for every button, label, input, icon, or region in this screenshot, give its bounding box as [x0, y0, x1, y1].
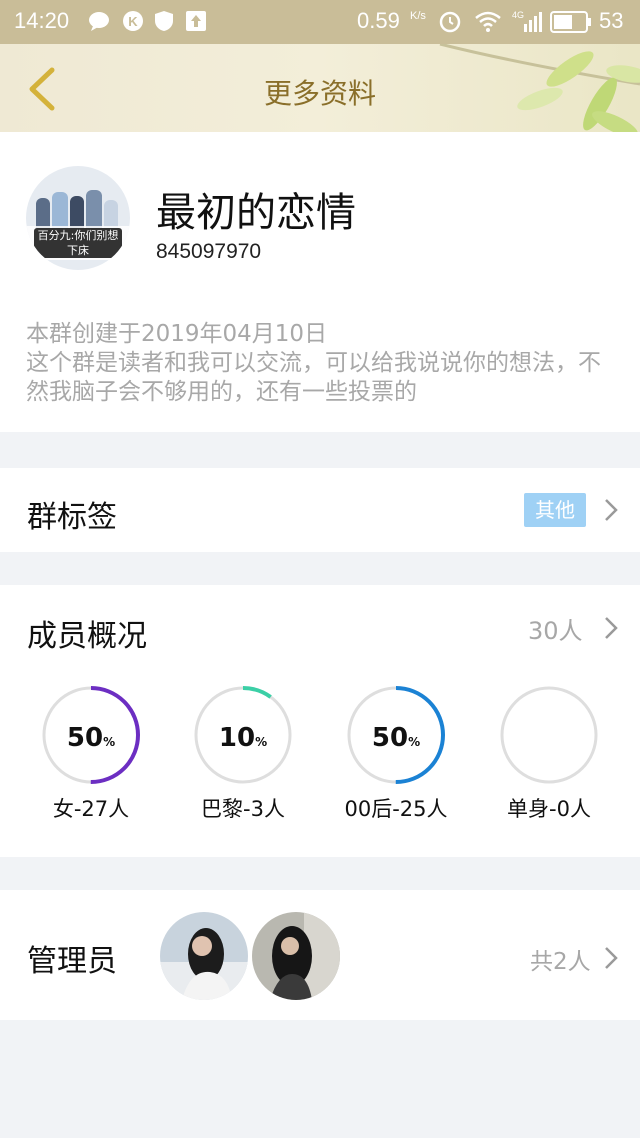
- avatar-caption: 百分九:你们别想下床: [34, 228, 122, 258]
- admins-row[interactable]: 管理员 共2人: [0, 890, 640, 1020]
- admin-count: 共2人: [530, 949, 591, 975]
- group-avatar[interactable]: 百分九:你们别想下床: [26, 166, 130, 270]
- stat-post00[interactable]: 50% 00后-25人: [331, 685, 461, 823]
- status-time: 14:20: [14, 8, 70, 33]
- shield-icon: [155, 11, 173, 31]
- stat-percent: 50%: [66, 723, 116, 753]
- battery-percent: 53: [599, 8, 624, 33]
- chevron-right-icon: [605, 499, 618, 521]
- title-bar: 更多资料: [0, 44, 640, 132]
- tag-badge: 其他: [524, 493, 586, 527]
- chevron-right-icon: [605, 617, 618, 639]
- created-date: 本群创建于2019年04月10日: [26, 321, 328, 347]
- stat-percent: 50%: [371, 723, 421, 753]
- avatar-banner: 百分九:你们别想下床: [26, 226, 130, 260]
- speed-unit: K/s: [410, 10, 426, 22]
- stat-label: 巴黎-3人: [201, 797, 285, 821]
- wifi-icon: [475, 11, 501, 32]
- group-tags-row[interactable]: 群标签 其他: [0, 468, 640, 552]
- stat-paris[interactable]: 10% 巴黎-3人: [178, 685, 308, 823]
- stat-single[interactable]: 单身-0人: [484, 685, 614, 823]
- stat-label: 单身-0人: [507, 797, 591, 821]
- status-bar: 14:20 K 0.59 K/s 4G 53: [0, 0, 640, 44]
- svg-text:K: K: [128, 14, 138, 29]
- group-description: 本群创建于2019年04月10日 这个群是读者和我可以交流，可以给我说说你的想法…: [26, 320, 622, 407]
- members-overview[interactable]: 成员概况 30人 50% 女-27人 10% 巴黎-3人 50% 00后-25人: [0, 585, 640, 857]
- member-count: 30人: [528, 617, 583, 645]
- network-speed: 0.59: [357, 8, 400, 33]
- chevron-right-icon: [605, 947, 618, 969]
- admin-avatar[interactable]: [252, 912, 340, 1000]
- progress-ring: [500, 686, 598, 784]
- chat-icon: [89, 12, 109, 31]
- group-name: 最初的恋情: [156, 190, 356, 236]
- page-title: 更多资料: [263, 77, 376, 110]
- admins-label: 管理员: [27, 944, 117, 979]
- stat-female[interactable]: 50% 女-27人: [26, 685, 156, 823]
- profile-card: 百分九:你们别想下床 最初的恋情 845097970 本群创建于2019年04月…: [0, 132, 640, 432]
- stat-label: 00后-25人: [344, 797, 448, 821]
- signal-icon: [524, 12, 542, 32]
- upload-icon: [186, 11, 206, 31]
- stat-percent: 10%: [218, 723, 268, 753]
- stat-label: 女-27人: [52, 797, 130, 821]
- battery-icon: [550, 11, 591, 33]
- description-text: 这个群是读者和我可以交流，可以给我说说你的想法，不然我脑子会不够用的，还有一些投…: [26, 350, 601, 405]
- tags-label: 群标签: [27, 500, 117, 535]
- group-id: 845097970: [156, 240, 262, 263]
- members-label: 成员概况: [27, 619, 147, 654]
- alarm-icon: [439, 11, 461, 33]
- k-app-icon: K: [123, 11, 143, 31]
- admin-avatar[interactable]: [160, 912, 248, 1000]
